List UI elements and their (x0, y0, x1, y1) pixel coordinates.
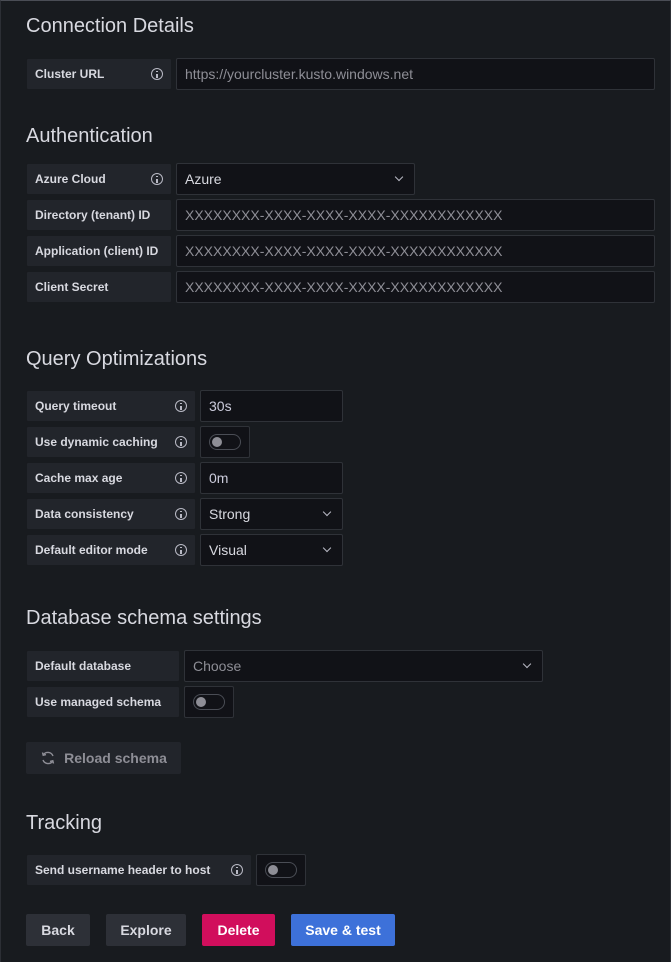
dynamic-caching-toggle[interactable] (209, 434, 241, 450)
username-header-row: Send username header to host (26, 854, 306, 886)
reload-schema-button[interactable]: Reload schema (26, 742, 181, 774)
delete-button[interactable]: Delete (202, 914, 275, 946)
cache-max-age-value: 0m (209, 470, 229, 486)
username-header-toggle[interactable] (265, 862, 297, 878)
azure-cloud-row: Azure Cloud Azure (26, 163, 415, 195)
azure-cloud-select[interactable]: Azure (176, 163, 415, 195)
back-button[interactable]: Back (26, 914, 90, 946)
chevron-down-icon (322, 507, 332, 517)
dynamic-caching-toggle-box (200, 426, 250, 458)
cluster-url-label-text: Cluster URL (35, 67, 105, 81)
client-secret-label: Client Secret (26, 271, 172, 303)
username-header-label: Send username header to host (26, 854, 252, 886)
username-header-label-text: Send username header to host (35, 863, 211, 877)
editor-mode-label: Default editor mode (26, 534, 196, 566)
editor-mode-label-text: Default editor mode (35, 543, 148, 557)
application-id-label-text: Application (client) ID (35, 244, 159, 258)
refresh-icon (41, 751, 55, 765)
directory-id-input[interactable]: XXXXXXXX-XXXX-XXXX-XXXX-XXXXXXXXXXXX (176, 199, 655, 231)
cluster-url-row: Cluster URL https://yourcluster.kusto.wi… (26, 58, 655, 90)
dynamic-caching-label-text: Use dynamic caching (35, 435, 158, 449)
azure-cloud-value: Azure (185, 171, 222, 187)
cache-max-age-label-text: Cache max age (35, 471, 123, 485)
application-id-placeholder: XXXXXXXX-XXXX-XXXX-XXXX-XXXXXXXXXXXX (185, 243, 503, 259)
default-database-select[interactable]: Choose (184, 650, 543, 682)
data-consistency-label-text: Data consistency (35, 507, 134, 521)
managed-schema-label-text: Use managed schema (35, 695, 162, 709)
query-timeout-label-text: Query timeout (35, 399, 117, 413)
info-icon[interactable] (151, 68, 163, 80)
query-timeout-label: Query timeout (26, 390, 196, 422)
chevron-down-icon (322, 543, 332, 553)
info-icon[interactable] (175, 436, 187, 448)
data-consistency-label: Data consistency (26, 498, 196, 530)
info-icon[interactable] (175, 400, 187, 412)
save-test-button[interactable]: Save & test (291, 914, 395, 946)
directory-id-label-text: Directory (tenant) ID (35, 208, 151, 222)
query-timeout-input[interactable]: 30s (200, 390, 343, 422)
application-id-label: Application (client) ID (26, 235, 172, 267)
dynamic-caching-row: Use dynamic caching (26, 426, 250, 458)
azure-cloud-label: Azure Cloud (26, 163, 172, 195)
info-icon[interactable] (175, 508, 187, 520)
editor-mode-row: Default editor mode Visual (26, 534, 343, 566)
chevron-down-icon (394, 172, 404, 182)
cluster-url-label: Cluster URL (26, 58, 172, 90)
managed-schema-label: Use managed schema (26, 686, 180, 718)
connection-details-title: Connection Details (26, 15, 194, 37)
username-header-toggle-box (256, 854, 306, 886)
default-database-placeholder: Choose (193, 658, 242, 674)
managed-schema-row: Use managed schema (26, 686, 234, 718)
data-consistency-value: Strong (209, 506, 251, 522)
editor-mode-select[interactable]: Visual (200, 534, 343, 566)
client-secret-row: Client Secret XXXXXXXX-XXXX-XXXX-XXXX-XX… (26, 271, 655, 303)
default-database-row: Default database Choose (26, 650, 543, 682)
chevron-down-icon (522, 659, 532, 669)
directory-id-row: Directory (tenant) ID XXXXXXXX-XXXX-XXXX… (26, 199, 655, 231)
managed-schema-toggle[interactable] (193, 694, 225, 710)
client-secret-label-text: Client Secret (35, 280, 109, 294)
tracking-title: Tracking (26, 812, 102, 834)
dynamic-caching-label: Use dynamic caching (26, 426, 196, 458)
query-timeout-row: Query timeout 30s (26, 390, 343, 422)
datasource-settings-page: Connection Details Cluster URL https://y… (0, 0, 671, 962)
info-icon[interactable] (175, 544, 187, 556)
data-consistency-row: Data consistency Strong (26, 498, 343, 530)
explore-button[interactable]: Explore (106, 914, 186, 946)
cluster-url-placeholder: https://yourcluster.kusto.windows.net (185, 66, 413, 82)
application-id-row: Application (client) ID XXXXXXXX-XXXX-XX… (26, 235, 655, 267)
client-secret-placeholder: XXXXXXXX-XXXX-XXXX-XXXX-XXXXXXXXXXXX (185, 279, 503, 295)
query-optimizations-title: Query Optimizations (26, 348, 208, 370)
cluster-url-input[interactable]: https://yourcluster.kusto.windows.net (176, 58, 655, 90)
reload-schema-label: Reload schema (64, 750, 167, 766)
cache-max-age-input[interactable]: 0m (200, 462, 343, 494)
cache-max-age-label: Cache max age (26, 462, 196, 494)
query-timeout-value: 30s (209, 398, 232, 414)
info-icon[interactable] (151, 173, 163, 185)
info-icon[interactable] (231, 864, 243, 876)
directory-id-placeholder: XXXXXXXX-XXXX-XXXX-XXXX-XXXXXXXXXXXX (185, 207, 503, 223)
managed-schema-toggle-box (184, 686, 234, 718)
default-database-label: Default database (26, 650, 180, 682)
schema-settings-title: Database schema settings (26, 607, 262, 629)
application-id-input[interactable]: XXXXXXXX-XXXX-XXXX-XXXX-XXXXXXXXXXXX (176, 235, 655, 267)
editor-mode-value: Visual (209, 542, 247, 558)
cache-max-age-row: Cache max age 0m (26, 462, 343, 494)
azure-cloud-label-text: Azure Cloud (35, 172, 106, 186)
directory-id-label: Directory (tenant) ID (26, 199, 172, 231)
default-database-label-text: Default database (35, 659, 132, 673)
client-secret-input[interactable]: XXXXXXXX-XXXX-XXXX-XXXX-XXXXXXXXXXXX (176, 271, 655, 303)
info-icon[interactable] (175, 472, 187, 484)
data-consistency-select[interactable]: Strong (200, 498, 343, 530)
authentication-title: Authentication (26, 125, 153, 147)
